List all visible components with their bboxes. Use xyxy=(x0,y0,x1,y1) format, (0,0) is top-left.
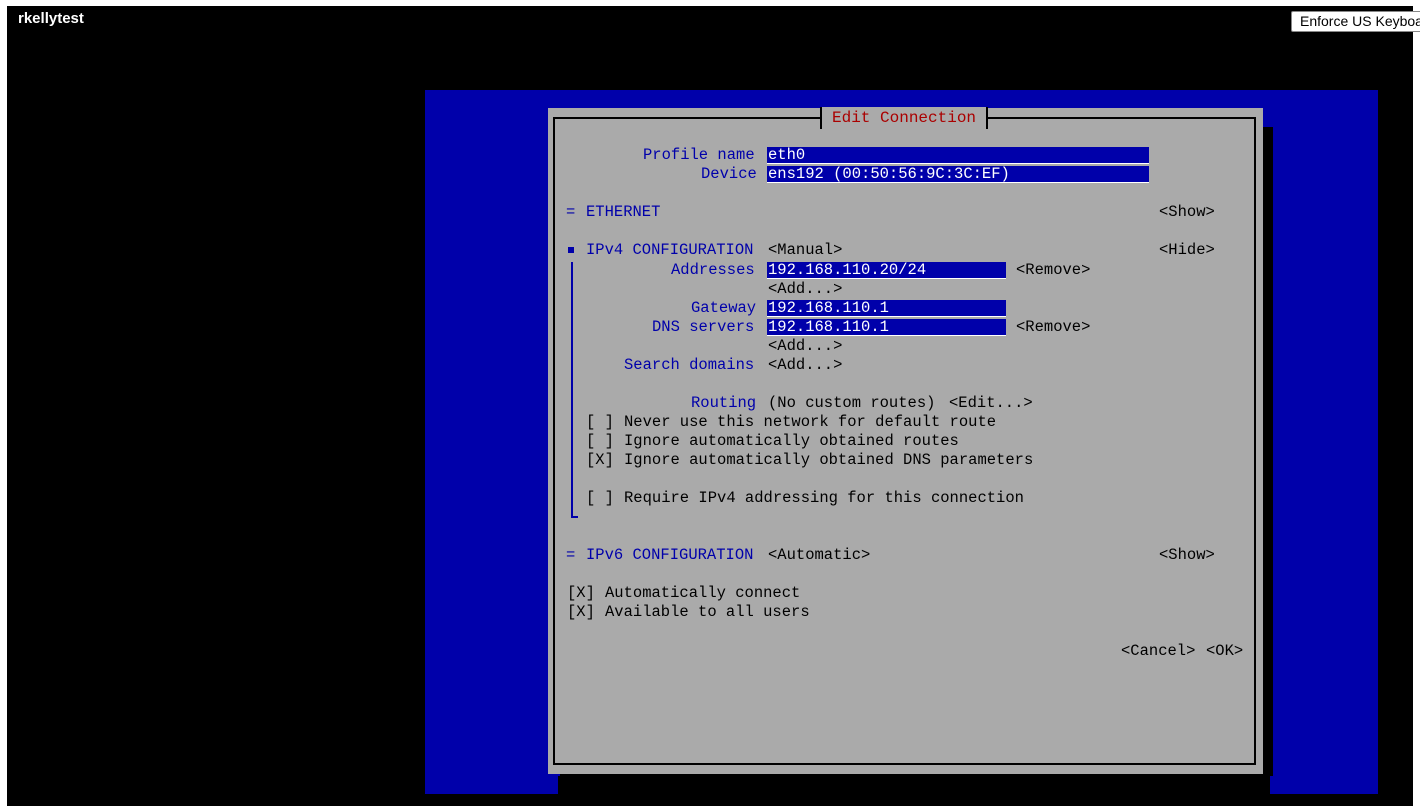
search-domains-label: Search domains xyxy=(624,356,755,374)
ipv6-collapse-marker[interactable]: = xyxy=(566,546,575,565)
routing-value: (No custom routes) xyxy=(768,394,936,412)
dialog-title: Edit Connection xyxy=(820,107,989,129)
ignore-routes-label: Ignore automatically obtained routes xyxy=(624,432,959,450)
device-field[interactable]: ens192 (00:50:56:9C:3C:EF) xyxy=(767,166,1149,183)
routing-edit-button[interactable]: <Edit...> xyxy=(949,394,1033,413)
cancel-button[interactable]: <Cancel> xyxy=(1121,642,1195,661)
ipv4-section-bracket xyxy=(571,262,573,518)
address-add-button[interactable]: <Add...> xyxy=(768,280,842,299)
tui-background-gap xyxy=(558,776,1270,806)
dns-remove-button[interactable]: <Remove> xyxy=(1016,318,1090,337)
address-remove-button[interactable]: <Remove> xyxy=(1016,261,1090,280)
addresses-label: Addresses xyxy=(671,261,755,279)
ipv6-show-button[interactable]: <Show> xyxy=(1159,546,1215,565)
gateway-field[interactable]: 192.168.110.1 xyxy=(767,300,1006,317)
ipv4-hide-button[interactable]: <Hide> xyxy=(1159,241,1215,260)
never-default-label: Never use this network for default route xyxy=(624,413,997,431)
device-label: Device xyxy=(701,165,757,183)
auto-connect-checkbox[interactable]: [X] xyxy=(567,584,595,603)
address-field[interactable]: 192.168.110.20/24 xyxy=(767,262,1006,279)
auto-connect-label: Automatically connect xyxy=(605,584,801,602)
require-ipv4-label: Require IPv4 addressing for this connect… xyxy=(624,489,1024,507)
ipv4-expanded-marker xyxy=(568,247,574,253)
dns-servers-label: DNS servers xyxy=(652,318,755,336)
enforce-us-keyboard-button[interactable]: Enforce US Keyboard xyxy=(1291,11,1420,32)
ipv4-section-bracket-foot xyxy=(571,516,578,518)
ignore-routes-checkbox[interactable]: [ ] xyxy=(586,432,614,451)
ipv4-section-header: IPv4 CONFIGURATION xyxy=(586,241,754,259)
ok-button[interactable]: <OK> xyxy=(1206,642,1243,661)
dns-add-button[interactable]: <Add...> xyxy=(768,337,842,356)
dns-server-field[interactable]: 192.168.110.1 xyxy=(767,319,1006,336)
host-name: rkellytest xyxy=(18,10,84,27)
ipv6-mode-dropdown[interactable]: <Automatic> xyxy=(768,546,870,565)
ipv4-mode-dropdown[interactable]: <Manual> xyxy=(768,241,842,260)
never-default-checkbox[interactable]: [ ] xyxy=(586,413,614,432)
all-users-label: Available to all users xyxy=(605,603,810,621)
profile-name-field[interactable]: eth0 xyxy=(767,147,1149,164)
all-users-checkbox[interactable]: [X] xyxy=(567,603,595,622)
routing-label: Routing xyxy=(691,394,757,412)
require-ipv4-checkbox[interactable]: [ ] xyxy=(586,489,614,508)
search-domains-add-button[interactable]: <Add...> xyxy=(768,356,842,375)
gateway-label: Gateway xyxy=(691,299,757,317)
ethernet-show-button[interactable]: <Show> xyxy=(1159,203,1215,222)
ignore-dns-label: Ignore automatically obtained DNS parame… xyxy=(624,451,1034,469)
ignore-dns-checkbox[interactable]: [X] xyxy=(586,451,614,470)
ethernet-collapse-marker[interactable]: = xyxy=(566,203,575,222)
profile-name-label: Profile name xyxy=(643,146,755,164)
ethernet-section-header: ETHERNET xyxy=(586,203,661,221)
ipv6-section-header: IPv6 CONFIGURATION xyxy=(586,546,754,564)
